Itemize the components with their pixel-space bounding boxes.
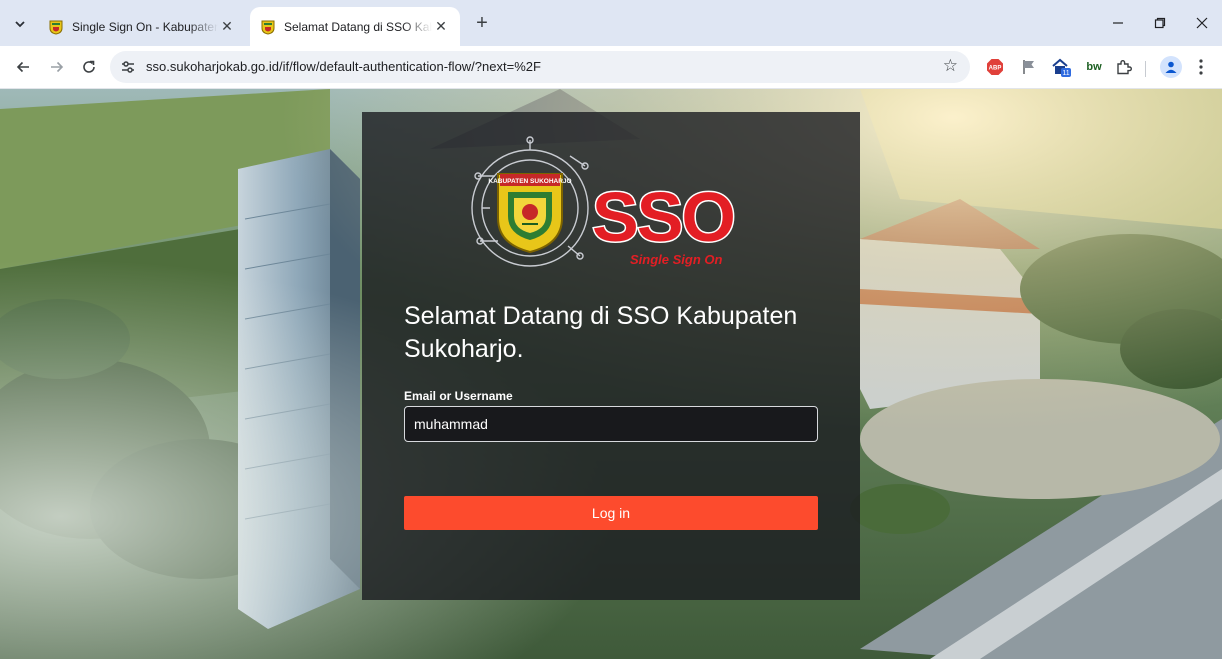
home-badge-count: 11 (1062, 70, 1069, 77)
back-arrow-icon[interactable] (10, 54, 36, 80)
shield-favicon-icon (261, 20, 275, 35)
url-text[interactable]: sso.sukoharjokab.go.id/if/flow/default-a… (146, 51, 541, 83)
login-card: KABUPATEN SUKOHARJO SSO Single Sign On S… (362, 112, 860, 600)
restore-icon[interactable] (1146, 10, 1174, 36)
flag-icon[interactable] (1019, 57, 1039, 77)
bookmark-star-icon[interactable]: ☆ (943, 56, 958, 76)
tab-title: Single Sign On - Kabupaten Sukoharjo (72, 19, 218, 34)
close-tab-icon[interactable]: ✕ (218, 18, 236, 35)
puzzle-icon[interactable] (1114, 57, 1134, 77)
page-viewport: KABUPATEN SUKOHARJO SSO Single Sign On S… (0, 89, 1222, 659)
reload-icon[interactable] (76, 54, 102, 80)
kabupaten-emblem-icon: KABUPATEN SUKOHARJO (488, 173, 572, 254)
site-info-icon[interactable] (120, 59, 136, 75)
forward-arrow-icon[interactable] (44, 54, 70, 80)
kebab-menu-icon[interactable] (1194, 57, 1208, 77)
email-username-label: Email or Username (404, 389, 513, 403)
abp-icon[interactable]: ABP (985, 57, 1005, 77)
emblem-banner-text: KABUPATEN SUKOHARJO (488, 178, 571, 185)
browser-tab-strip: Single Sign On - Kabupaten Sukoharjo ✕ S… (0, 0, 1222, 46)
address-bar[interactable]: sso.sukoharjokab.go.id/if/flow/default-a… (110, 51, 970, 83)
email-username-input[interactable] (404, 406, 818, 442)
close-window-icon[interactable] (1188, 10, 1216, 36)
sso-logo: KABUPATEN SUKOHARJO SSO Single Sign On (471, 136, 737, 267)
page-title: Selamat Datang di SSO Kabupaten Sukoharj… (404, 302, 798, 363)
sso-tagline: Single Sign On (630, 252, 723, 267)
browser-toolbar: sso.sukoharjokab.go.id/if/flow/default-a… (0, 46, 1222, 89)
tab-selamat-datang[interactable]: Selamat Datang di SSO Kabupaten Sukoharj… (250, 7, 460, 46)
tab-title: Selamat Datang di SSO Kabupaten Sukoharj… (284, 19, 432, 34)
toolbar-divider (1145, 61, 1146, 77)
home-badge-icon[interactable]: 11 (1051, 57, 1071, 77)
tab-single-sign-on[interactable]: Single Sign On - Kabupaten Sukoharjo ✕ (38, 7, 246, 46)
sso-logo-text: SSO (592, 178, 734, 256)
login-button[interactable]: Log in (404, 496, 818, 530)
shield-favicon-icon (49, 20, 63, 35)
close-tab-icon[interactable]: ✕ (432, 18, 450, 35)
bw-icon[interactable]: bw (1084, 57, 1104, 77)
minimize-icon[interactable] (1104, 10, 1132, 36)
profile-avatar-icon[interactable] (1160, 56, 1182, 78)
abp-icon-label: ABP (989, 66, 1002, 72)
tab-search-chevron-icon[interactable] (8, 12, 32, 36)
new-tab-button[interactable]: + (470, 12, 494, 34)
